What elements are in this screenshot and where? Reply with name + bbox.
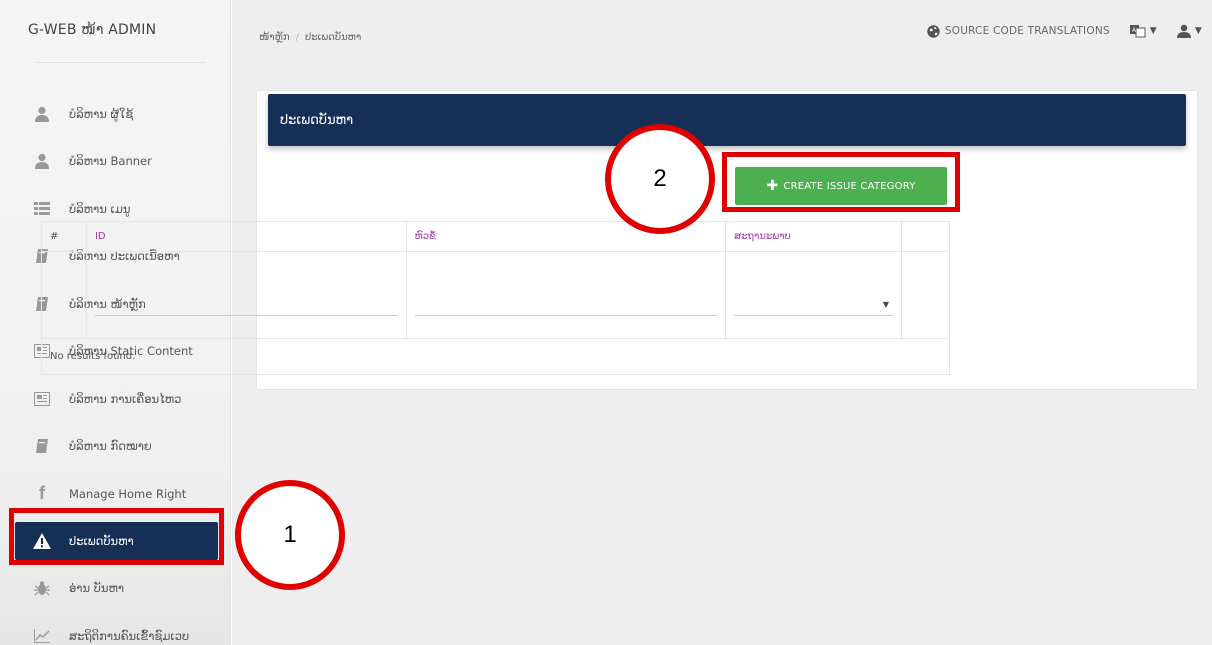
filter-cell-id (85, 251, 407, 339)
sidebar-item-read-issues[interactable]: ອ່ານ ບັນຫາ (0, 565, 231, 613)
empty-row: No results found. (41, 338, 950, 375)
sidebar-item-activities[interactable]: ບໍລິຫານ ການເຄື່ອນໄຫວ (0, 375, 231, 423)
brand-title[interactable]: G-WEB ໜ້າ ADMIN (28, 22, 208, 38)
filter-row: ▼ (41, 251, 950, 339)
translations-label: SOURCE CODE TRANSLATIONS (944, 25, 1110, 37)
empty-message: No results found. (41, 338, 950, 375)
breadcrumb: ໜ້າຫຼັກ / ປະເພດບັນຫາ (259, 32, 362, 43)
language-icon: A (1129, 24, 1146, 38)
highlight-box-create-button (722, 152, 960, 212)
user-icon (33, 152, 51, 170)
annotation-circle-2: 2 (605, 124, 715, 234)
dropdown-arrow-icon: ▼ (882, 300, 889, 309)
facebook-icon: f (39, 483, 45, 504)
chevron-down-icon: ▼ (1194, 26, 1202, 36)
issue-category-table: # ID ຫົວຂໍ້ ສະຖານະພາບ ▼ No results found… (41, 221, 950, 375)
table-header-row: # ID ຫົວຂໍ້ ສະຖານະພາບ (41, 221, 950, 252)
source-code-translations-link[interactable]: SOURCE CODE TRANSLATIONS (927, 24, 1110, 38)
user-icon (1176, 24, 1191, 38)
sidebar-item-statistics[interactable]: ສະຖິຕິການຄົນເຂົ້າຊົມເວບ (0, 612, 231, 645)
sidebar-item-banner[interactable]: ບໍລິຫານ Banner (0, 138, 231, 186)
sidebar-item-label: ອ່ານ ບັນຫາ (69, 581, 125, 596)
language-dropdown[interactable]: A ▼ (1129, 24, 1157, 38)
user-menu-dropdown[interactable]: ▼ (1176, 24, 1202, 38)
column-header-id[interactable]: ID (85, 221, 407, 252)
list-icon (33, 200, 51, 218)
sidebar-item-label: ສະຖິຕິການຄົນເຂົ້າຊົມເວບ (69, 628, 190, 643)
filter-cell-title (405, 251, 727, 339)
topbar-actions: SOURCE CODE TRANSLATIONS A ▼ ▼ (907, 24, 1202, 38)
sidebar-item-label: Manage Home Right (69, 486, 187, 501)
svg-text:A: A (1132, 27, 1137, 34)
filter-cell-empty (41, 251, 87, 339)
sidebar-item-label: ບໍລິຫານ ຜູ້ໃຊ້ (69, 106, 134, 121)
user-icon (33, 105, 51, 123)
sidebar-item-label: ບໍລິຫານ ເມນູ (69, 201, 131, 216)
column-header-actions (901, 221, 950, 252)
sidebar-item-label: ບໍລິຫານ ການເຄື່ອນໄຫວ (69, 391, 182, 406)
book-icon (33, 437, 51, 455)
panel-title: ປະເພດບັນຫາ (268, 94, 1186, 146)
globe-icon (927, 24, 940, 38)
sidebar-item-law[interactable]: ບໍລິຫານ ກົດໝາຍ (0, 423, 231, 471)
sidebar-item-label: ບໍລິຫານ ກົດໝາຍ (69, 439, 152, 454)
sidebar-item-users[interactable]: ບໍລິຫານ ຜູ້ໃຊ້ (0, 90, 231, 138)
title-filter-input[interactable] (414, 298, 718, 316)
status-filter-select[interactable]: ▼ (734, 296, 893, 316)
chart-icon (33, 627, 51, 645)
highlight-box-sidebar (9, 508, 224, 565)
id-filter-input[interactable] (94, 298, 398, 316)
bug-icon (33, 579, 51, 597)
column-header-index: # (41, 221, 87, 252)
breadcrumb-current: ປະເພດບັນຫາ (304, 32, 362, 43)
divider (36, 62, 206, 63)
column-header-status[interactable]: ສະຖານະພາບ (725, 221, 902, 252)
filter-cell-empty (901, 251, 950, 339)
topbar: ໜ້າຫຼັກ / ປະເພດບັນຫາ SOURCE CODE TRANSLATI… (232, 0, 1212, 72)
annotation-circle-1: 1 (235, 480, 345, 590)
breadcrumb-home[interactable]: ໜ້າຫຼັກ (259, 32, 290, 43)
newspaper-icon (33, 390, 51, 408)
chevron-down-icon: ▼ (1149, 26, 1157, 36)
sidebar-item-label: ບໍລິຫານ Banner (69, 154, 152, 169)
filter-cell-status: ▼ (725, 251, 902, 339)
